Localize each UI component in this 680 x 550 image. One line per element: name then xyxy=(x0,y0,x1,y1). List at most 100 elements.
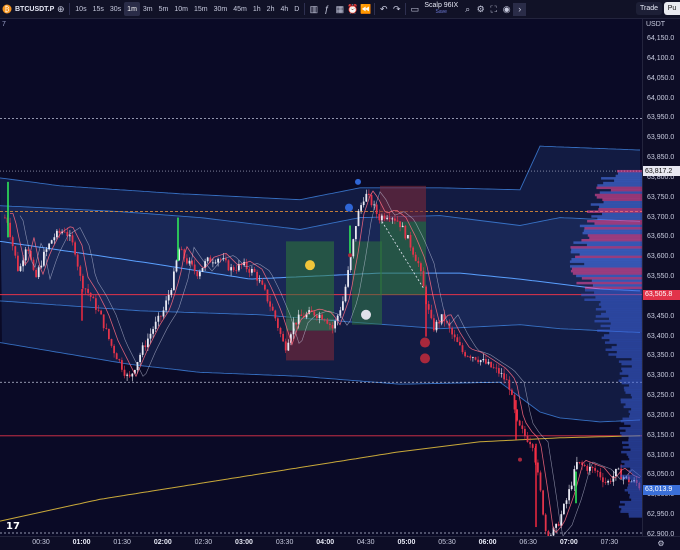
alert-icon[interactable]: ⏰ xyxy=(346,3,359,16)
volume-profile-bar xyxy=(621,434,642,437)
interval-30m[interactable]: 30m xyxy=(211,2,231,16)
interval-1h[interactable]: 1h xyxy=(250,2,264,16)
volume-profile-bar xyxy=(587,219,642,223)
volume-profile-bar xyxy=(604,341,642,344)
volume-profile-bar xyxy=(609,327,642,330)
volume-profile-bar xyxy=(584,298,642,302)
symbol-logo-icon: ₿ xyxy=(0,3,13,16)
candle-body xyxy=(578,462,581,463)
interval-45m[interactable]: 45m xyxy=(230,2,250,16)
candle-body xyxy=(331,324,334,329)
candle-body xyxy=(53,237,56,241)
interval-15s[interactable]: 15s xyxy=(90,2,107,16)
volume-profile-bar xyxy=(609,338,642,342)
candle-body xyxy=(245,261,248,270)
price-axis[interactable]: 64,150.0 64,100.0 64,050.0 64,000.0 63,950.0… xyxy=(642,19,680,538)
volume-profile-bar xyxy=(576,274,642,278)
candle-body xyxy=(373,204,375,206)
indicators-icon[interactable]: ƒ xyxy=(320,3,333,16)
chart-toolbar: ₿ BTCUSDT.P ⊕ 10s 15s 30s 1m 3m 5m 10m 15m 30m 45… xyxy=(0,0,680,19)
volume-profile-bar xyxy=(631,408,642,411)
volume-profile-bar xyxy=(628,512,642,516)
volume-profile-bar xyxy=(621,450,642,454)
chart-type-icon[interactable]: ▥ xyxy=(307,3,320,16)
volume-profile-bar xyxy=(597,184,642,187)
candle-body xyxy=(485,359,487,364)
volume-profile-bar xyxy=(631,498,642,501)
snapshot-icon[interactable]: ◉ xyxy=(500,3,513,16)
volume-profile-bar xyxy=(582,231,642,235)
price-chart[interactable]: 17 xyxy=(0,19,642,536)
quick-search-icon[interactable]: ⌕ xyxy=(461,3,474,16)
candle-body xyxy=(492,367,495,369)
interval-4h[interactable]: 4h xyxy=(277,2,291,16)
layout-icon[interactable]: ▭ xyxy=(408,3,421,16)
time-axis[interactable]: ⚙ 00:30 01:00 01:30 02:00 02:30 03:00 03:30 04:… xyxy=(0,536,665,550)
candle-body xyxy=(256,271,258,281)
volume-profile-bar xyxy=(609,331,642,335)
volume-profile-bar xyxy=(581,293,642,297)
candle-body xyxy=(89,292,92,297)
sell-signal-dot xyxy=(420,337,430,348)
volume-profile-bar xyxy=(624,388,642,392)
candle-body xyxy=(438,321,440,324)
price-tag: 63,013.9 xyxy=(643,484,680,495)
volume-profile-bar xyxy=(618,360,642,363)
candle-body xyxy=(4,217,6,219)
candle-body xyxy=(84,288,87,290)
sell-signal-dot xyxy=(420,353,430,364)
candle-body xyxy=(383,215,386,219)
strategy-selector[interactable]: Scalp 96IX Save xyxy=(421,2,461,16)
volume-profile-bar xyxy=(623,405,642,409)
candle-body xyxy=(568,489,570,501)
publish-button[interactable]: Pu xyxy=(664,2,680,15)
interval-3m[interactable]: 3m xyxy=(140,2,156,16)
volume-profile-bar xyxy=(596,196,642,199)
interval-2h[interactable]: 2h xyxy=(264,2,278,16)
candle-body xyxy=(482,359,485,361)
volume-profile-bar xyxy=(573,241,642,244)
interval-d[interactable]: D xyxy=(291,2,302,16)
interval-10m[interactable]: 10m xyxy=(171,2,191,16)
redo-icon[interactable]: ↷ xyxy=(390,3,403,16)
chart-plot-area[interactable]: 17 xyxy=(0,19,642,536)
candle-body xyxy=(513,394,516,410)
candle-body xyxy=(505,379,508,381)
volume-profile-bar xyxy=(628,374,642,378)
symbol-selector[interactable]: BTCUSDT.P xyxy=(13,6,54,13)
candle-body xyxy=(261,280,264,285)
settings-icon[interactable]: ⚙ xyxy=(474,3,487,16)
candle-body xyxy=(422,271,425,287)
compare-add-icon[interactable]: ⊕ xyxy=(54,3,67,16)
candle-body xyxy=(193,264,196,272)
templates-icon[interactable]: ▦ xyxy=(333,3,346,16)
volume-profile-bar xyxy=(616,355,642,359)
candle-body xyxy=(284,341,287,351)
indicator-legend-count[interactable]: 7 xyxy=(2,21,6,28)
axis-corner-settings[interactable]: ⚙ xyxy=(642,536,680,550)
undo-icon[interactable]: ↶ xyxy=(377,3,390,16)
volume-profile-bar xyxy=(620,500,642,504)
volume-profile-bar xyxy=(621,377,642,380)
candle-body xyxy=(420,263,422,272)
interval-10s[interactable]: 10s xyxy=(72,2,89,16)
fullscreen-icon[interactable]: ⛶ xyxy=(487,3,500,16)
candle-body xyxy=(495,367,498,369)
toolbar-divider xyxy=(405,3,407,15)
panel-toggle-icon[interactable]: › xyxy=(513,2,527,16)
interval-30s[interactable]: 30s xyxy=(107,2,124,16)
price-tick-label: 63,350.0 xyxy=(647,352,675,360)
volume-profile-bar xyxy=(624,488,642,492)
interval-1m[interactable]: 1m xyxy=(124,2,140,16)
candle-body xyxy=(123,369,126,376)
volume-profile-bar xyxy=(618,379,642,382)
replay-icon[interactable]: ⏪ xyxy=(359,3,372,16)
volume-profile-bar xyxy=(592,284,642,287)
candle-body xyxy=(269,301,271,307)
trade-button[interactable]: Trade xyxy=(636,2,662,15)
volume-profile-bar xyxy=(581,238,642,242)
volume-profile-bar xyxy=(626,453,642,456)
interval-15m[interactable]: 15m xyxy=(191,2,211,16)
interval-5m[interactable]: 5m xyxy=(156,2,172,16)
candle-body xyxy=(396,220,399,222)
